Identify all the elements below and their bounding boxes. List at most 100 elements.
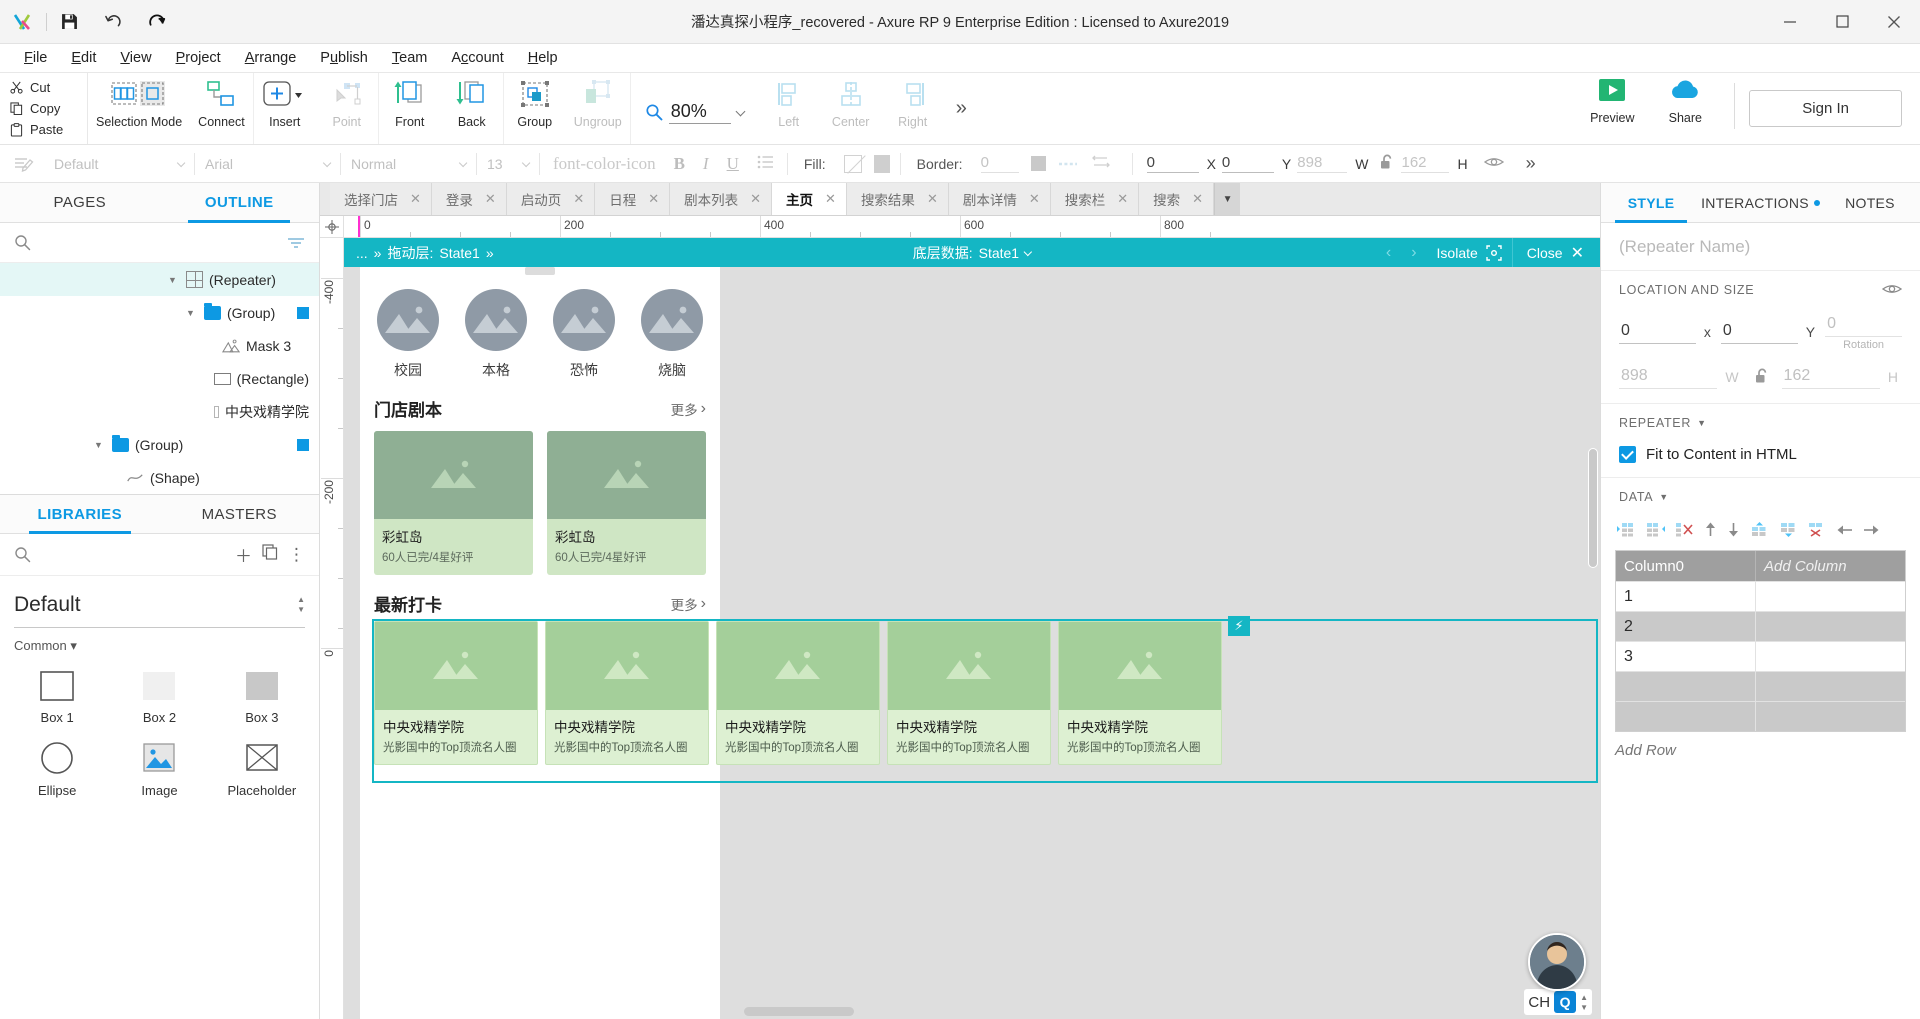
connect-button[interactable]: Connect — [190, 77, 253, 129]
ime-language[interactable]: CH — [1528, 994, 1550, 1011]
group-button[interactable]: Group — [504, 77, 566, 129]
checkin-card[interactable]: 中央戏精学院光影国中的Top顶流名人圈 — [545, 621, 709, 765]
store-card[interactable]: 彩虹岛 60人已完/4星好评 — [374, 431, 533, 575]
border-color-swatch[interactable] — [1031, 156, 1046, 171]
table-cell-empty[interactable] — [1756, 612, 1905, 641]
page-tab-启动页[interactable]: 启动页✕ — [507, 183, 595, 215]
menu-team[interactable]: Team — [380, 47, 439, 69]
tab-masters[interactable]: MASTERS — [160, 495, 320, 533]
library-item-box1[interactable]: Box 1 — [6, 658, 108, 731]
move-up-icon[interactable] — [1704, 522, 1717, 540]
breadcrumb-ellipsis[interactable]: ... — [356, 245, 368, 261]
menu-edit[interactable]: Edit — [59, 47, 108, 69]
close-icon[interactable]: ✕ — [1192, 191, 1203, 207]
rotation-input[interactable] — [1825, 313, 1902, 337]
save-icon[interactable] — [47, 0, 91, 44]
close-icon[interactable]: ✕ — [485, 191, 496, 207]
next-state-button[interactable]: › — [1401, 244, 1426, 262]
border-style-icon[interactable] — [1058, 156, 1078, 172]
move-down-icon[interactable] — [1727, 522, 1740, 540]
fill-none-swatch[interactable] — [844, 155, 862, 173]
insert-button[interactable]: Insert — [254, 77, 316, 129]
library-search-input[interactable] — [41, 547, 225, 563]
insert-column-after-icon[interactable] — [1646, 522, 1665, 540]
page-tab-搜索结果[interactable]: 搜索结果✕ — [847, 183, 949, 215]
table-cell[interactable]: 2 — [1616, 612, 1756, 641]
category-item-2[interactable]: 恐怖 — [548, 289, 620, 380]
page-tab-剧本详情[interactable]: 剧本详情✕ — [949, 183, 1051, 215]
chevron-down-icon[interactable]: ▼ — [94, 440, 106, 450]
data-layer-state[interactable]: State1 — [979, 245, 1019, 261]
close-button[interactable] — [1868, 0, 1920, 44]
library-item-ellipse[interactable]: Ellipse — [6, 731, 108, 804]
font-color-icon[interactable]: font-color-icon — [544, 154, 665, 174]
section-more-link[interactable]: 更多 › — [671, 594, 706, 614]
align-center-button[interactable]: Center — [820, 77, 882, 129]
outline-item-group-1[interactable]: ▼ (Group) — [0, 296, 319, 329]
tab-interactions[interactable]: INTERACTIONS — [1701, 183, 1820, 222]
table-row[interactable] — [1616, 701, 1905, 731]
maximize-button[interactable] — [1816, 0, 1868, 44]
insert-row-after-icon[interactable] — [1779, 522, 1798, 540]
w-input[interactable]: 898 — [1297, 154, 1347, 173]
list-icon[interactable] — [748, 155, 783, 173]
library-item-box3[interactable]: Box 3 — [211, 658, 313, 731]
store-card[interactable]: 彩虹岛 60人已完/4星好评 — [547, 431, 706, 575]
checkin-card[interactable]: 中央戏精学院光影国中的Top顶流名人圈 — [716, 621, 880, 765]
drag-layer-state[interactable]: State1 — [439, 245, 479, 261]
arrow-style-icon[interactable] — [1090, 155, 1112, 172]
ungroup-button[interactable]: Ungroup — [566, 77, 630, 129]
menu-view[interactable]: View — [108, 47, 163, 69]
page-tab-剧本列表[interactable]: 剧本列表✕ — [670, 183, 772, 215]
chevron-down-icon[interactable] — [735, 107, 745, 117]
close-isolation-button[interactable]: Close ✕ — [1513, 238, 1600, 267]
ime-indicator[interactable]: CH Q ▲▼ — [1524, 989, 1592, 1015]
page-tab-主页[interactable]: 主页✕ — [772, 183, 847, 215]
delete-row-icon[interactable] — [1808, 522, 1827, 540]
library-item-box2[interactable]: Box 2 — [108, 658, 210, 731]
bold-button[interactable]: B — [665, 154, 694, 174]
w-input[interactable] — [1619, 365, 1717, 389]
category-item-3[interactable]: 烧脑 — [636, 289, 708, 380]
font-size-select[interactable]: 13 — [477, 145, 539, 183]
repeater-section-header[interactable]: REPEATER ▼ — [1601, 404, 1920, 442]
menu-file[interactable]: File — [12, 47, 59, 69]
table-cell[interactable]: 3 — [1616, 642, 1756, 671]
outline-search-input[interactable] — [41, 235, 277, 251]
table-row[interactable]: 2 — [1616, 611, 1905, 641]
table-cell-empty[interactable] — [1756, 672, 1905, 701]
y-input[interactable] — [1721, 320, 1798, 344]
chevron-down-icon[interactable]: ▼ — [168, 275, 180, 285]
prev-state-button[interactable]: ‹ — [1376, 244, 1401, 262]
h-input[interactable] — [1782, 365, 1880, 389]
delete-column-icon[interactable] — [1675, 522, 1694, 540]
section-more-link[interactable]: 更多 › — [671, 399, 706, 419]
outline-item-academy[interactable]: 中央戏精学院 — [0, 395, 319, 428]
share-button[interactable]: Share — [1650, 73, 1720, 125]
avatar[interactable] — [1528, 933, 1586, 991]
library-item-placeholder[interactable]: Placeholder — [211, 731, 313, 804]
checkin-card[interactable]: 中央戏精学院光影国中的Top顶流名人圈 — [1058, 621, 1222, 765]
close-icon[interactable]: ✕ — [1029, 191, 1040, 207]
repeater-data-table[interactable]: Column0 Add Column 1 2 3 — [1615, 550, 1906, 732]
table-cell[interactable]: 1 — [1616, 582, 1756, 611]
unlock-icon[interactable] — [1374, 154, 1401, 173]
outline-item-mask3[interactable]: Mask 3 — [0, 329, 319, 362]
insert-row-before-icon[interactable] — [1750, 522, 1769, 540]
table-cell-empty[interactable] — [1756, 702, 1905, 731]
align-right-button[interactable]: Right — [882, 77, 944, 129]
plus-icon[interactable]: ＋ — [235, 542, 252, 567]
close-icon[interactable]: ✕ — [927, 191, 938, 207]
x-input[interactable] — [1619, 320, 1696, 344]
move-left-icon[interactable] — [1837, 523, 1853, 540]
table-cell[interactable] — [1616, 672, 1756, 701]
horizontal-ruler[interactable]: 0 200 400 600 800 — [344, 216, 1600, 237]
undo-icon[interactable] — [91, 0, 135, 44]
column-header-0[interactable]: Column0 — [1616, 551, 1756, 581]
move-right-icon[interactable] — [1863, 523, 1879, 540]
design-stage[interactable]: ... » 拖动层: State1 » 底层数据: State1 ‹ › — [344, 238, 1600, 1019]
page-tab-登录[interactable]: 登录✕ — [432, 183, 507, 215]
close-icon[interactable]: ✕ — [1117, 191, 1128, 207]
fill-gradient-swatch[interactable] — [874, 155, 890, 173]
paste-button[interactable]: Paste — [10, 120, 87, 139]
